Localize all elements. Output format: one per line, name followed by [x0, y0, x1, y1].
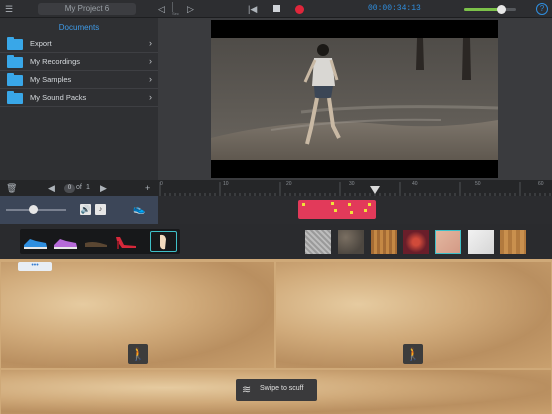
- master-volume-slider[interactable]: [464, 5, 516, 14]
- playhead[interactable]: [370, 186, 380, 194]
- help-button[interactable]: ?: [536, 3, 548, 15]
- clip-marker: [302, 203, 305, 206]
- chevron-right-icon: ›: [149, 74, 152, 84]
- pad-menu-chip[interactable]: •••: [18, 262, 52, 271]
- right-foot-pad[interactable]: 🚶: [276, 262, 551, 368]
- documents-sidebar: Documents Export › My Recordings › My Sa…: [0, 18, 158, 180]
- folder-icon: [7, 91, 23, 104]
- sneaker-blue-icon[interactable]: [22, 231, 49, 252]
- sidebar-item-my-samples[interactable]: My Samples ›: [0, 71, 158, 89]
- pad-area: 🚶 🚶 ••• ≋ Swipe to scuff: [0, 259, 552, 414]
- project-title[interactable]: My Project 6: [38, 3, 136, 15]
- walk-icon[interactable]: 🚶: [403, 344, 423, 364]
- folder-icon: [7, 37, 23, 50]
- swipe-label: Swipe to scuff: [260, 385, 304, 392]
- page-total: 1: [86, 184, 90, 191]
- chevron-right-icon: ›: [149, 38, 152, 48]
- sec-label: Sec: [172, 11, 179, 16]
- ruler-tick-label: 10: [223, 181, 229, 187]
- stop-button[interactable]: [273, 5, 280, 12]
- ruler-tick-label: 30: [349, 181, 355, 187]
- trash-icon[interactable]: 🗑: [6, 183, 17, 193]
- shoe-selector: [20, 229, 180, 254]
- left-foot-pad[interactable]: 🚶: [1, 262, 274, 368]
- speaker-icon[interactable]: 🔊: [80, 204, 91, 215]
- snow-surface-icon[interactable]: [468, 230, 494, 254]
- beach-video-image: [211, 20, 498, 178]
- ruler-tick-label: 60: [538, 181, 544, 187]
- clip-marker: [350, 211, 353, 214]
- shoe-track-icon: 👟: [133, 204, 146, 215]
- track-volume-knob[interactable]: [29, 205, 38, 214]
- sidebar-title: Documents: [58, 23, 100, 32]
- video-preview-area: [158, 18, 552, 180]
- rewind-to-start-icon[interactable]: |◀: [248, 4, 257, 14]
- skip-forward-icon[interactable]: ▷: [187, 4, 194, 14]
- sidebar-item-export[interactable]: Export ›: [0, 35, 158, 53]
- sidebar-item-label: My Recordings: [30, 57, 81, 66]
- gravel-surface-icon[interactable]: [305, 230, 331, 254]
- master-volume-fill: [464, 8, 502, 11]
- add-icon[interactable]: +: [145, 183, 150, 193]
- sidebar-item-label: Export: [30, 39, 52, 48]
- carpet-surface-icon[interactable]: [403, 230, 429, 254]
- folder-icon: [7, 73, 23, 86]
- palette-row: [0, 224, 552, 259]
- clip-marker: [364, 209, 367, 212]
- skip-back-icon[interactable]: ◁: [158, 4, 165, 14]
- sidebar-item-my-recordings[interactable]: My Recordings ›: [0, 53, 158, 71]
- chevron-right-icon: ›: [149, 56, 152, 66]
- dress-shoe-icon[interactable]: [82, 231, 109, 252]
- bare-foot-icon[interactable]: [150, 231, 177, 252]
- audio-clip[interactable]: [298, 200, 376, 219]
- record-button[interactable]: [295, 5, 304, 14]
- sidebar-item-label: My Sound Packs: [30, 93, 87, 102]
- track-volume-slider[interactable]: [6, 205, 66, 214]
- sidebar-item-label: My Samples: [30, 75, 72, 84]
- ruler-tick-label: 40: [412, 181, 418, 187]
- hamburger-icon[interactable]: ☰: [5, 4, 13, 14]
- clip-marker: [368, 203, 371, 206]
- clip-marker: [331, 202, 334, 205]
- master-volume-knob[interactable]: [497, 5, 507, 14]
- clip-marker: [348, 203, 351, 206]
- ruler-tick-label: 0: [160, 181, 163, 187]
- page-current: 0: [64, 184, 75, 193]
- high-heel-icon[interactable]: [112, 231, 139, 252]
- ruler-tick-label: 50: [475, 181, 481, 187]
- video-frame[interactable]: [211, 20, 498, 178]
- walk-icon[interactable]: 🚶: [128, 344, 148, 364]
- sand-surface-icon[interactable]: [435, 230, 461, 254]
- sneaker-purple-icon[interactable]: [52, 231, 79, 252]
- clip-marker: [334, 209, 337, 212]
- track-controls: 🔊 ♪ 👟: [0, 196, 158, 224]
- previous-page-icon[interactable]: ◀: [48, 183, 55, 193]
- folder-icon: [7, 55, 23, 68]
- next-page-icon[interactable]: ▶: [100, 183, 107, 193]
- time-readout: 00:00:34:13: [368, 4, 421, 13]
- swipe-hint: ≋ Swipe to scuff: [236, 379, 317, 401]
- rock-surface-icon[interactable]: [338, 230, 364, 254]
- swipe-icon: ≋: [242, 384, 252, 396]
- page-of-label: of: [76, 184, 82, 191]
- chevron-right-icon: ›: [149, 92, 152, 102]
- top-toolbar: ☰ My Project 6 ◁ Sec ▷ |◀ 00:00:34:13 ?: [0, 0, 552, 18]
- wood-surface-icon[interactable]: [371, 230, 397, 254]
- ruler-tick-label: 20: [286, 181, 292, 187]
- plank-surface-icon[interactable]: [500, 230, 526, 254]
- track-row: 🔊 ♪ 👟: [0, 196, 552, 224]
- solo-icon[interactable]: ♪: [95, 204, 106, 215]
- sidebar-item-my-sound-packs[interactable]: My Sound Packs ›: [0, 89, 158, 107]
